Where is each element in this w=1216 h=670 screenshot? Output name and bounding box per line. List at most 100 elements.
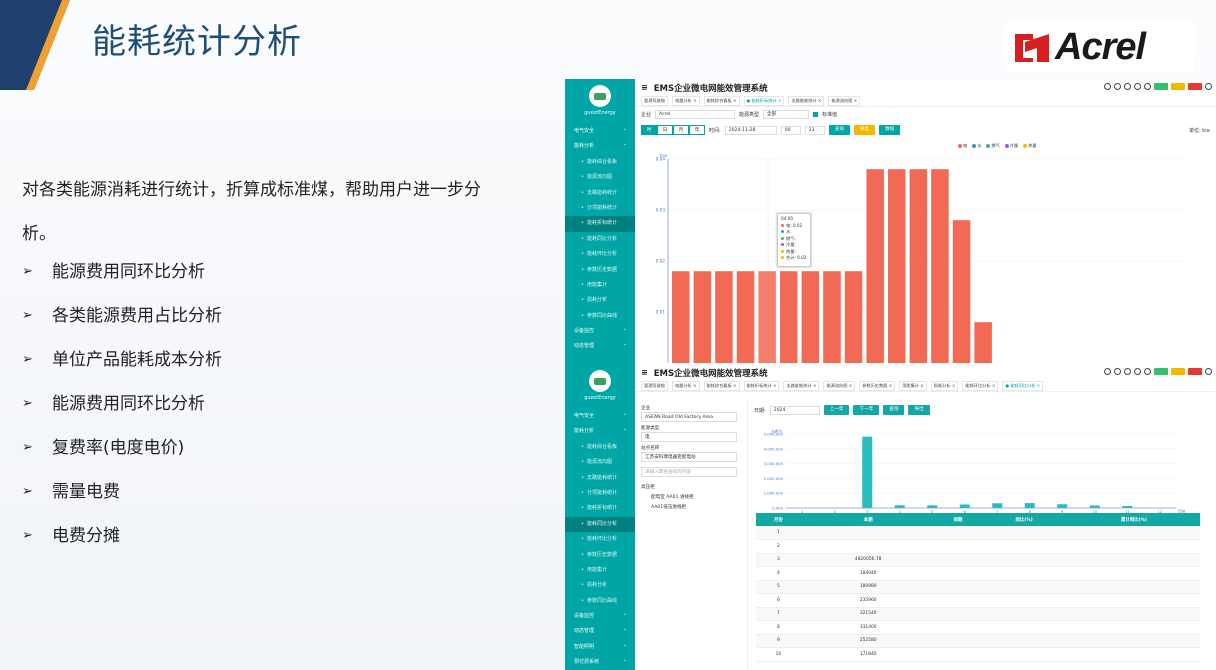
sidebar-item[interactable]: 能耗折标统计 — [565, 501, 635, 516]
next-year-button[interactable]: 下一年 — [853, 405, 880, 415]
sidebar-item[interactable]: 参数历史数据 — [565, 263, 635, 278]
chart-bar[interactable] — [1089, 505, 1100, 508]
chart-bar[interactable] — [931, 169, 949, 363]
sidebar-item[interactable]: 用能集计 — [565, 563, 635, 578]
chart-bar[interactable] — [801, 271, 820, 363]
chart-bar[interactable] — [894, 505, 905, 508]
user-icon[interactable] — [1205, 83, 1212, 90]
alarm-badge-yellow[interactable] — [1171, 368, 1185, 375]
tab[interactable]: 支路能耗统计 × — [788, 96, 825, 106]
sidebar-item[interactable]: 分项能耗统计 — [565, 486, 635, 501]
export-button[interactable]: 导出 — [908, 405, 930, 415]
volume-icon[interactable] — [1124, 368, 1131, 375]
tab[interactable]: 管理驾驶舱 — [641, 96, 668, 106]
sidebar-item[interactable]: 参数历史数据 — [565, 548, 635, 563]
query-button[interactable]: 查询 — [828, 125, 850, 135]
sidebar-item[interactable]: 能耗折标统计 — [565, 216, 635, 232]
year-picker[interactable]: 2024 — [769, 405, 820, 415]
globe-icon[interactable] — [1114, 368, 1121, 375]
tab[interactable]: 损耗分析 × — [930, 381, 959, 391]
sidebar-item[interactable]: 能耗分析 — [565, 137, 635, 154]
chart-bar[interactable] — [866, 169, 884, 363]
granularity-option[interactable]: 日 — [657, 125, 673, 135]
tree-node[interactable]: 高压柜 — [641, 483, 737, 493]
chart-bar[interactable] — [862, 436, 873, 508]
date-picker[interactable]: 2024-11-28 — [724, 125, 777, 135]
hour-to-select[interactable]: 23 — [804, 125, 825, 135]
chart-bar[interactable] — [959, 504, 970, 508]
chart-bar[interactable] — [715, 271, 733, 363]
sidebar-item[interactable]: 能耗分析 — [565, 422, 635, 439]
chart-bar[interactable] — [927, 505, 938, 508]
tab[interactable]: 电量分析 × — [671, 381, 700, 391]
sidebar-item[interactable]: 损耗分析 — [565, 293, 635, 308]
standard-checkbox[interactable] — [813, 112, 819, 117]
sidebar-item[interactable]: 分项能耗统计 — [565, 201, 635, 216]
chart-bar[interactable] — [888, 169, 906, 363]
chart-bar[interactable] — [952, 220, 971, 363]
company-select[interactable]: ASEAN Road Old Factory Area — [641, 412, 737, 422]
tab[interactable]: 能源流向图 × — [823, 381, 856, 391]
chart-bar[interactable] — [974, 322, 992, 363]
chart-bar[interactable] — [736, 271, 755, 363]
chart-bar[interactable] — [693, 271, 712, 363]
sidebar-item[interactable]: 预付费系统 — [565, 653, 635, 670]
tab[interactable]: 能耗综合看板 × — [703, 96, 740, 106]
alarm-badge-red[interactable] — [1188, 368, 1202, 375]
granularity-option[interactable]: 年 — [689, 125, 705, 135]
chart-bar[interactable] — [780, 271, 798, 363]
chart-bar[interactable] — [1057, 504, 1068, 508]
fullscreen-icon[interactable] — [1144, 368, 1151, 375]
menu-icon[interactable]: ≡ — [641, 83, 648, 92]
refresh-icon[interactable] — [1134, 368, 1141, 375]
chart-bar[interactable] — [672, 271, 690, 363]
fullscreen-icon[interactable] — [1144, 83, 1151, 90]
sidebar-item[interactable]: 能源流向图 — [565, 455, 635, 470]
chart-bar[interactable] — [1122, 506, 1133, 508]
tab[interactable]: 支路能耗统计 × — [783, 381, 820, 391]
alarm-badge-red[interactable] — [1188, 83, 1202, 90]
energy-type-select[interactable]: 全部 — [763, 110, 810, 119]
tab[interactable]: ● 能耗折标统计 × — [743, 96, 785, 106]
sidebar-item[interactable]: 能耗同比分析 — [565, 232, 635, 247]
tab[interactable]: 能耗综合看板 × — [703, 381, 740, 391]
user-icon[interactable] — [1205, 368, 1212, 375]
tab[interactable]: 能源流向图 × — [828, 96, 861, 106]
tab[interactable]: 能耗折标统计 × — [743, 381, 780, 391]
avatar[interactable] — [589, 85, 611, 107]
avatar[interactable] — [589, 370, 611, 392]
chart-bar[interactable] — [823, 271, 841, 363]
tab[interactable]: 参数历史数据 × — [859, 381, 896, 391]
sidebar-item[interactable]: 能耗综合看板 — [565, 155, 635, 170]
chart-bar[interactable] — [1024, 503, 1035, 508]
company-select[interactable]: Acrel — [655, 110, 736, 119]
tree-node[interactable]: 配电室 AA01 进线柜 — [641, 493, 737, 503]
tree-node[interactable]: AA01低压进线柜 — [641, 503, 737, 513]
alarm-badge-green[interactable] — [1154, 83, 1168, 90]
sidebar-item[interactable]: 损耗分析 — [565, 578, 635, 593]
search-icon[interactable] — [1104, 83, 1111, 90]
sidebar-item[interactable]: 能耗环比分析 — [565, 247, 635, 262]
granularity-option[interactable]: 月 — [673, 125, 689, 135]
hour-from-select[interactable]: 00 — [780, 125, 801, 135]
sidebar-item[interactable]: 支路能耗统计 — [565, 186, 635, 201]
tab[interactable]: 电量分析 × — [671, 96, 700, 106]
sidebar-item[interactable]: 支路能耗统计 — [565, 471, 635, 486]
refresh-icon[interactable] — [1134, 83, 1141, 90]
sidebar-item[interactable]: 能耗同比分析 — [565, 516, 635, 533]
chart-bar[interactable] — [909, 169, 928, 363]
volume-icon[interactable] — [1124, 83, 1131, 90]
export-button[interactable]: 导出 — [853, 125, 876, 135]
sidebar-item[interactable]: 能耗环比分析 — [565, 532, 635, 547]
sidebar-item[interactable]: 用能集计 — [565, 278, 635, 293]
chart-bar[interactable] — [844, 271, 863, 363]
search-icon[interactable] — [1104, 368, 1111, 375]
sidebar-item[interactable]: 动态管理 — [565, 337, 635, 354]
alarm-badge-green[interactable] — [1154, 368, 1168, 375]
sidebar-item[interactable]: 能源流向图 — [565, 170, 635, 185]
prev-year-button[interactable]: 上一年 — [823, 405, 850, 415]
station-select[interactable]: 江苏安科瑞电器变配电站 — [641, 452, 737, 462]
chart-bar[interactable] — [992, 503, 1003, 508]
data-button[interactable]: 数据 — [879, 125, 901, 135]
menu-icon[interactable]: ≡ — [641, 368, 648, 377]
